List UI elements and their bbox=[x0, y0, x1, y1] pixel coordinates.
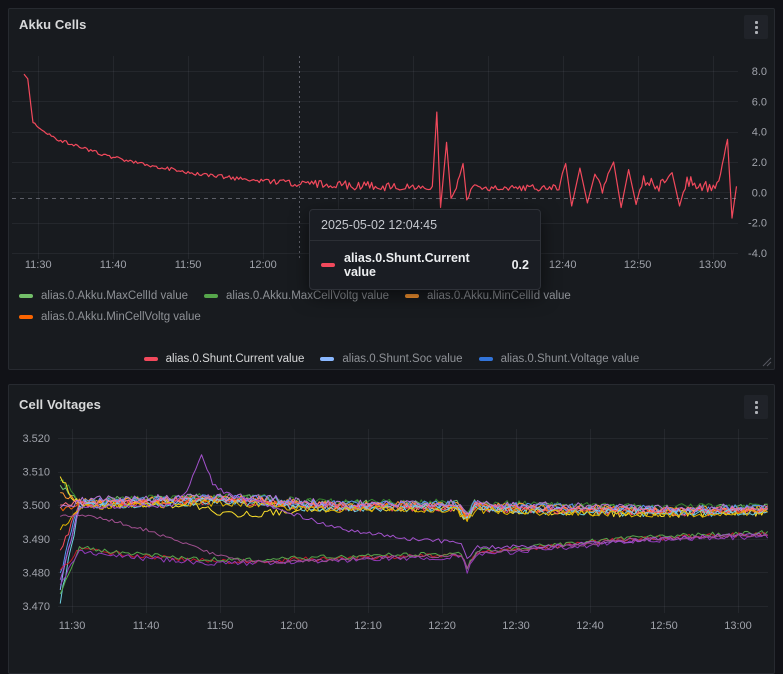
panel-menu-button[interactable] bbox=[744, 395, 768, 419]
legend-marker bbox=[320, 357, 334, 361]
panel-header: Cell Voltages bbox=[9, 385, 774, 417]
series-color-marker bbox=[321, 263, 335, 267]
panel-resize-handle[interactable] bbox=[762, 357, 772, 367]
kebab-dot-icon bbox=[755, 26, 758, 29]
legend-item-shunt-voltage[interactable]: alias.0.Shunt.Voltage value bbox=[479, 349, 640, 368]
panel-cell-voltages: Cell Voltages bbox=[8, 384, 775, 674]
tooltip-series-value: 0.2 bbox=[512, 258, 529, 272]
cell-voltages-chart[interactable] bbox=[10, 423, 775, 637]
legend-shunt: alias.0.Shunt.Current value alias.0.Shun… bbox=[9, 349, 774, 368]
kebab-dot-icon bbox=[755, 31, 758, 34]
panel-title: Akku Cells bbox=[19, 17, 86, 32]
legend-label: alias.0.Akku.MinCellId value bbox=[427, 290, 571, 302]
panel-title: Cell Voltages bbox=[19, 397, 101, 412]
tooltip-time: 2025-05-02 12:04:45 bbox=[310, 210, 540, 241]
panel-akku-cells: Akku Cells 2025-05-02 12:04:45 alias.0.S… bbox=[8, 8, 775, 370]
legend-label: alias.0.Shunt.Soc value bbox=[342, 353, 462, 365]
panel-header: Akku Cells bbox=[9, 9, 774, 41]
chart-tooltip: 2025-05-02 12:04:45 alias.0.Shunt.Curren… bbox=[309, 209, 541, 290]
legend-label: alias.0.Akku.MaxCellId value bbox=[41, 290, 188, 302]
legend-label: alias.0.Shunt.Voltage value bbox=[501, 353, 640, 365]
legend: alias.0.Akku.MaxCellId value alias.0.Akk… bbox=[19, 286, 767, 326]
legend-label: alias.0.Shunt.Current value bbox=[166, 353, 305, 365]
legend-item-mincellvoltg[interactable]: alias.0.Akku.MinCellVoltg value bbox=[19, 307, 201, 326]
legend-marker bbox=[479, 357, 493, 361]
kebab-dot-icon bbox=[755, 411, 758, 414]
tooltip-series-label: alias.0.Shunt.Current value bbox=[344, 251, 503, 279]
panel-menu-button[interactable] bbox=[744, 15, 768, 39]
tooltip-series-row: alias.0.Shunt.Current value 0.2 bbox=[310, 241, 540, 289]
legend-label: alias.0.Akku.MaxCellVoltg value bbox=[226, 290, 389, 302]
legend-label: alias.0.Akku.MinCellVoltg value bbox=[41, 311, 201, 323]
kebab-dot-icon bbox=[755, 406, 758, 409]
legend-item-shunt-soc[interactable]: alias.0.Shunt.Soc value bbox=[320, 349, 462, 368]
legend-item-maxcellid[interactable]: alias.0.Akku.MaxCellId value bbox=[19, 286, 188, 305]
legend-marker bbox=[19, 294, 33, 298]
legend-marker bbox=[405, 294, 419, 298]
kebab-dot-icon bbox=[755, 401, 758, 404]
legend-marker bbox=[144, 357, 158, 361]
kebab-dot-icon bbox=[755, 21, 758, 24]
legend-marker bbox=[19, 315, 33, 319]
legend-marker bbox=[204, 294, 218, 298]
legend-item-shunt-current[interactable]: alias.0.Shunt.Current value bbox=[144, 349, 305, 368]
